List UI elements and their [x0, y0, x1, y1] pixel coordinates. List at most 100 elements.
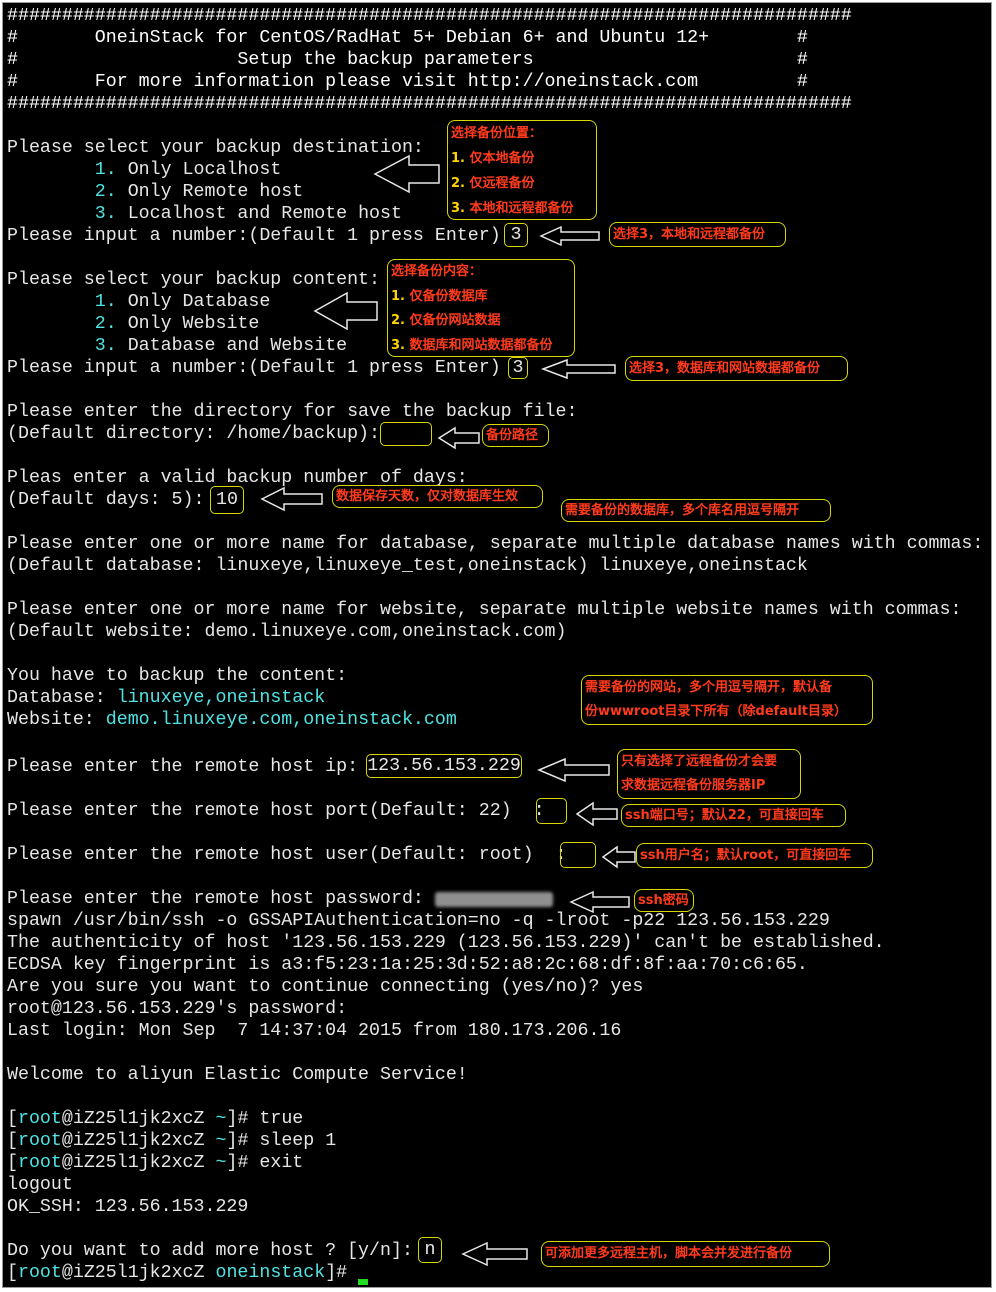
terminal-cursor	[358, 1279, 368, 1285]
password-redacted	[435, 892, 553, 907]
database-prompt: Please enter one or more name for databa…	[7, 534, 984, 554]
annotation-more-hosts: 可添加更多远程主机，脚本会并发进行备份	[541, 1241, 830, 1267]
annotation-remote-ip: 只有选择了远程备份才会要 求数据远程备份服务器IP	[617, 749, 801, 799]
annotation-destination-choice: 选择3，本地和远程都备份	[609, 222, 786, 247]
content-option-3: 3. Database and Website	[7, 335, 347, 357]
prompt-user: root	[17, 1153, 62, 1173]
destination-option-1: 1. Only Localhost	[7, 159, 282, 181]
annotation-number: 1.	[391, 288, 405, 304]
shell-line-2: [root@iZ25l1jk2xcZ ~]# sleep 1	[7, 1131, 337, 1151]
left-arrow-icon	[313, 291, 378, 331]
summary-title: You have to backup the content:	[7, 666, 348, 686]
summary-db-value: linuxeye,oneinstack	[116, 688, 326, 708]
directory-prompt: Please enter the directory for save the …	[7, 402, 578, 422]
prompt-dir: ~	[215, 1153, 227, 1173]
annotation-ssh-user: ssh用户名；默认root，可直接回车	[636, 843, 873, 868]
remote-password-prompt: Please enter the remote host password:	[7, 889, 424, 909]
annotation-text: 仅本地备份	[464, 151, 535, 166]
annotation-text: 数据库和网站数据都备份	[404, 337, 553, 353]
banner-line-3: # For more information please visit http…	[7, 72, 808, 92]
annotation-text: 本地和远程都备份	[464, 201, 574, 216]
option-number: 1.	[94, 292, 117, 312]
option-label: Localhost and Remote host	[127, 204, 402, 224]
prompt-user: root	[17, 1109, 62, 1129]
prompt-host: @iZ25l1jk2xcZ	[61, 1263, 205, 1283]
annotation-backup-days: 数据保存天数，仅对数据库生效	[332, 485, 543, 508]
annotation-number: 2.	[391, 313, 405, 328]
directory-input-field[interactable]	[380, 422, 432, 446]
left-arrow-icon	[373, 154, 440, 194]
annotation-ssh-port: ssh端口号；默认22，可直接回车	[621, 804, 846, 827]
remote-port-prompt: Please enter the remote host port(Defaul…	[7, 801, 545, 821]
database-default: (Default database: linuxeye,linuxeye_tes…	[7, 556, 808, 576]
annotation-number: 2.	[451, 176, 465, 191]
option-number: 2.	[94, 182, 117, 202]
option-number: 3.	[94, 204, 117, 224]
annotation-databases: 需要备份的数据库，多个库名用逗号隔开	[561, 499, 831, 522]
days-input-field[interactable]: 10	[210, 486, 244, 514]
prompt-host: @iZ25l1jk2xcZ	[61, 1109, 205, 1129]
shell-command: exit	[259, 1153, 304, 1173]
annotation-number: 3.	[391, 337, 405, 353]
left-arrow-icon	[539, 225, 600, 247]
annotation-number: 1.	[451, 151, 465, 166]
ssh-continue-line: Are you sure you want to continue connec…	[7, 977, 644, 997]
ssh-welcome-line: Welcome to aliyun Elastic Compute Servic…	[7, 1065, 468, 1085]
destination-option-3: 3. Localhost and Remote host	[7, 203, 402, 225]
remote-ip-input-field[interactable]: 123.56.153.229	[366, 754, 522, 778]
shell-command: sleep 1	[259, 1131, 337, 1151]
content-input-field[interactable]: 3	[508, 357, 528, 379]
annotation-content-options: 选择备份内容： 1. 仅备份数据库 2. 仅备份网站数据 3. 数据库和网站数据…	[387, 259, 575, 357]
left-arrow-icon	[437, 426, 480, 450]
prompt-dir: ~	[215, 1131, 227, 1151]
summary-website: Website: demo.linuxeye.com,oneinstack.co…	[7, 709, 457, 731]
annotation-websites: 需要备份的网站，多个用逗号隔开，默认备 份wwwroot目录下所有（除defau…	[581, 675, 873, 725]
ok-ssh-line: OK_SSH: 123.56.153.229	[7, 1197, 249, 1217]
option-label: Only Remote host	[127, 182, 304, 202]
remote-port-input-field[interactable]	[536, 798, 567, 824]
ssh-password-line: root@123.56.153.229's password:	[7, 999, 348, 1019]
content-input-prompt: Please input a number:(Default 1 press E…	[7, 358, 501, 378]
destination-input-field[interactable]: 3	[504, 223, 528, 247]
option-label: Only Website	[127, 314, 260, 334]
annotation-text: 选择备份位置：	[451, 126, 543, 141]
prompt-user: root	[17, 1263, 62, 1283]
logout-line: logout	[7, 1175, 73, 1195]
website-default: (Default website: demo.linuxeye.com,onei…	[7, 622, 567, 642]
more-host-input-field[interactable]: n	[418, 1237, 442, 1263]
option-number: 1.	[94, 160, 117, 180]
annotation-ssh-password: ssh密码	[634, 889, 694, 912]
option-label: Only Database	[127, 292, 271, 312]
shell-line-1: [root@iZ25l1jk2xcZ ~]# true	[7, 1109, 304, 1129]
shell-line-3: [root@iZ25l1jk2xcZ ~]# exit	[7, 1153, 304, 1173]
destination-input-prompt: Please input a number:(Default 1 press E…	[7, 226, 501, 246]
prompt-dir: ~	[215, 1109, 227, 1129]
summary-web-value: demo.linuxeye.com,oneinstack.com	[105, 710, 457, 730]
content-prompt: Please select your backup content:	[7, 270, 380, 290]
summary-db-label: Database:	[7, 688, 106, 708]
banner-border-top: ########################################…	[7, 6, 852, 26]
annotation-text: 需要备份的网站，多个用逗号隔开，默认备	[585, 680, 833, 695]
ssh-auth-line: The authenticity of host '123.56.153.229…	[7, 933, 885, 953]
option-number: 3.	[94, 336, 117, 356]
shell-command: true	[259, 1109, 304, 1129]
annotation-content-choice: 选择3，数据库和网站数据都备份	[625, 356, 848, 381]
annotation-number: 3.	[451, 201, 465, 216]
remote-ip-prompt: Please enter the remote host ip:	[7, 757, 359, 777]
left-arrow-icon	[601, 845, 636, 869]
annotation-text: 份wwwroot目录下所有（除default目录）	[585, 704, 847, 719]
annotation-text: 选择备份内容：	[391, 264, 483, 279]
summary-database: Database: linuxeye,oneinstack	[7, 687, 325, 709]
left-arrow-icon	[260, 486, 323, 512]
annotation-text: 仅备份数据库	[404, 288, 488, 304]
left-arrow-icon	[575, 801, 618, 827]
left-arrow-icon	[541, 358, 616, 380]
remote-user-input-field[interactable]	[560, 842, 596, 868]
annotation-destination-options: 选择备份位置： 1. 仅本地备份 2. 仅远程备份 3. 本地和远程都备份	[447, 120, 597, 220]
terminal-window: ########################################…	[2, 2, 992, 1288]
banner-line-1: # OneinStack for CentOS/RadHat 5+ Debian…	[7, 28, 808, 48]
content-option-1: 1. Only Database	[7, 291, 271, 313]
ssh-fingerprint-line: ECDSA key fingerprint is a3:f5:23:1a:25:…	[7, 955, 808, 975]
option-label: Database and Website	[127, 336, 348, 356]
banner-border-bottom: ########################################…	[7, 94, 852, 114]
